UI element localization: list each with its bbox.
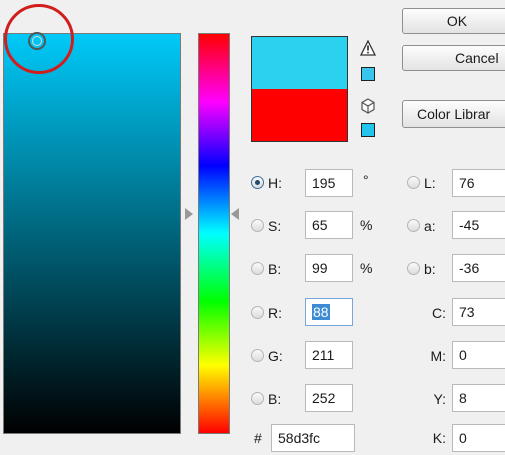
saturation-field[interactable]: 65 <box>305 211 353 239</box>
green-field[interactable]: 211 <box>305 341 353 369</box>
gamut-warning-swatch[interactable] <box>361 67 375 81</box>
lightness-radio[interactable] <box>407 176 420 189</box>
saturation-radio[interactable] <box>251 219 264 232</box>
cube-icon[interactable] <box>360 98 376 114</box>
hue-field[interactable]: 195 <box>305 169 353 197</box>
new-color-swatch <box>251 36 348 89</box>
a-channel-radio[interactable] <box>407 219 420 232</box>
hex-label: # <box>254 430 262 446</box>
saturation-label: S: <box>268 218 282 234</box>
red-label: R: <box>268 305 282 321</box>
magenta-field[interactable]: 0 <box>452 341 505 369</box>
blue-label: B: <box>268 391 282 407</box>
hue-label: H: <box>268 175 282 191</box>
b-channel-label: b: <box>424 261 436 277</box>
cancel-button[interactable]: Cancel <box>402 45 505 71</box>
ok-button[interactable]: OK <box>402 8 505 34</box>
hex-field[interactable]: 58d3fc <box>271 424 355 452</box>
red-field-value: 88 <box>312 304 330 320</box>
brightness-radio[interactable] <box>251 262 264 275</box>
yellow-label: Y: <box>433 391 446 407</box>
a-channel-field[interactable]: -45 <box>452 211 505 239</box>
lightness-field[interactable]: 76 <box>452 169 505 197</box>
current-color-swatch[interactable] <box>251 89 348 142</box>
hue-slider-left-arrow-icon[interactable] <box>185 208 193 220</box>
brightness-unit: % <box>360 260 373 276</box>
hue-slider[interactable] <box>198 33 230 434</box>
hue-unit: ° <box>363 172 369 188</box>
warning-triangle-icon[interactable] <box>360 40 376 56</box>
a-channel-label: a: <box>424 218 436 234</box>
black-field[interactable]: 0 <box>452 424 505 452</box>
hue-slider-right-arrow-icon[interactable] <box>231 208 239 220</box>
blue-radio[interactable] <box>251 392 264 405</box>
brightness-label: B: <box>268 261 282 277</box>
b-channel-field[interactable]: -36 <box>452 254 505 282</box>
web-safe-swatch[interactable] <box>361 123 375 137</box>
cyan-label: C: <box>432 305 446 321</box>
highlight-ring <box>4 4 74 74</box>
color-field[interactable] <box>3 33 181 434</box>
green-label: G: <box>268 348 283 364</box>
magenta-label: M: <box>430 348 446 364</box>
lightness-label: L: <box>424 175 436 191</box>
red-field[interactable]: 88 <box>305 298 353 326</box>
saturation-unit: % <box>360 217 373 233</box>
blue-field[interactable]: 252 <box>305 384 353 412</box>
hue-radio[interactable] <box>251 176 264 189</box>
yellow-field[interactable]: 8 <box>452 384 505 412</box>
black-label: K: <box>432 430 446 446</box>
cyan-field[interactable]: 73 <box>452 298 505 326</box>
brightness-field[interactable]: 99 <box>305 254 353 282</box>
b-channel-radio[interactable] <box>407 262 420 275</box>
red-radio[interactable] <box>251 306 264 319</box>
color-libraries-button[interactable]: Color Librar <box>402 100 505 128</box>
green-radio[interactable] <box>251 349 264 362</box>
